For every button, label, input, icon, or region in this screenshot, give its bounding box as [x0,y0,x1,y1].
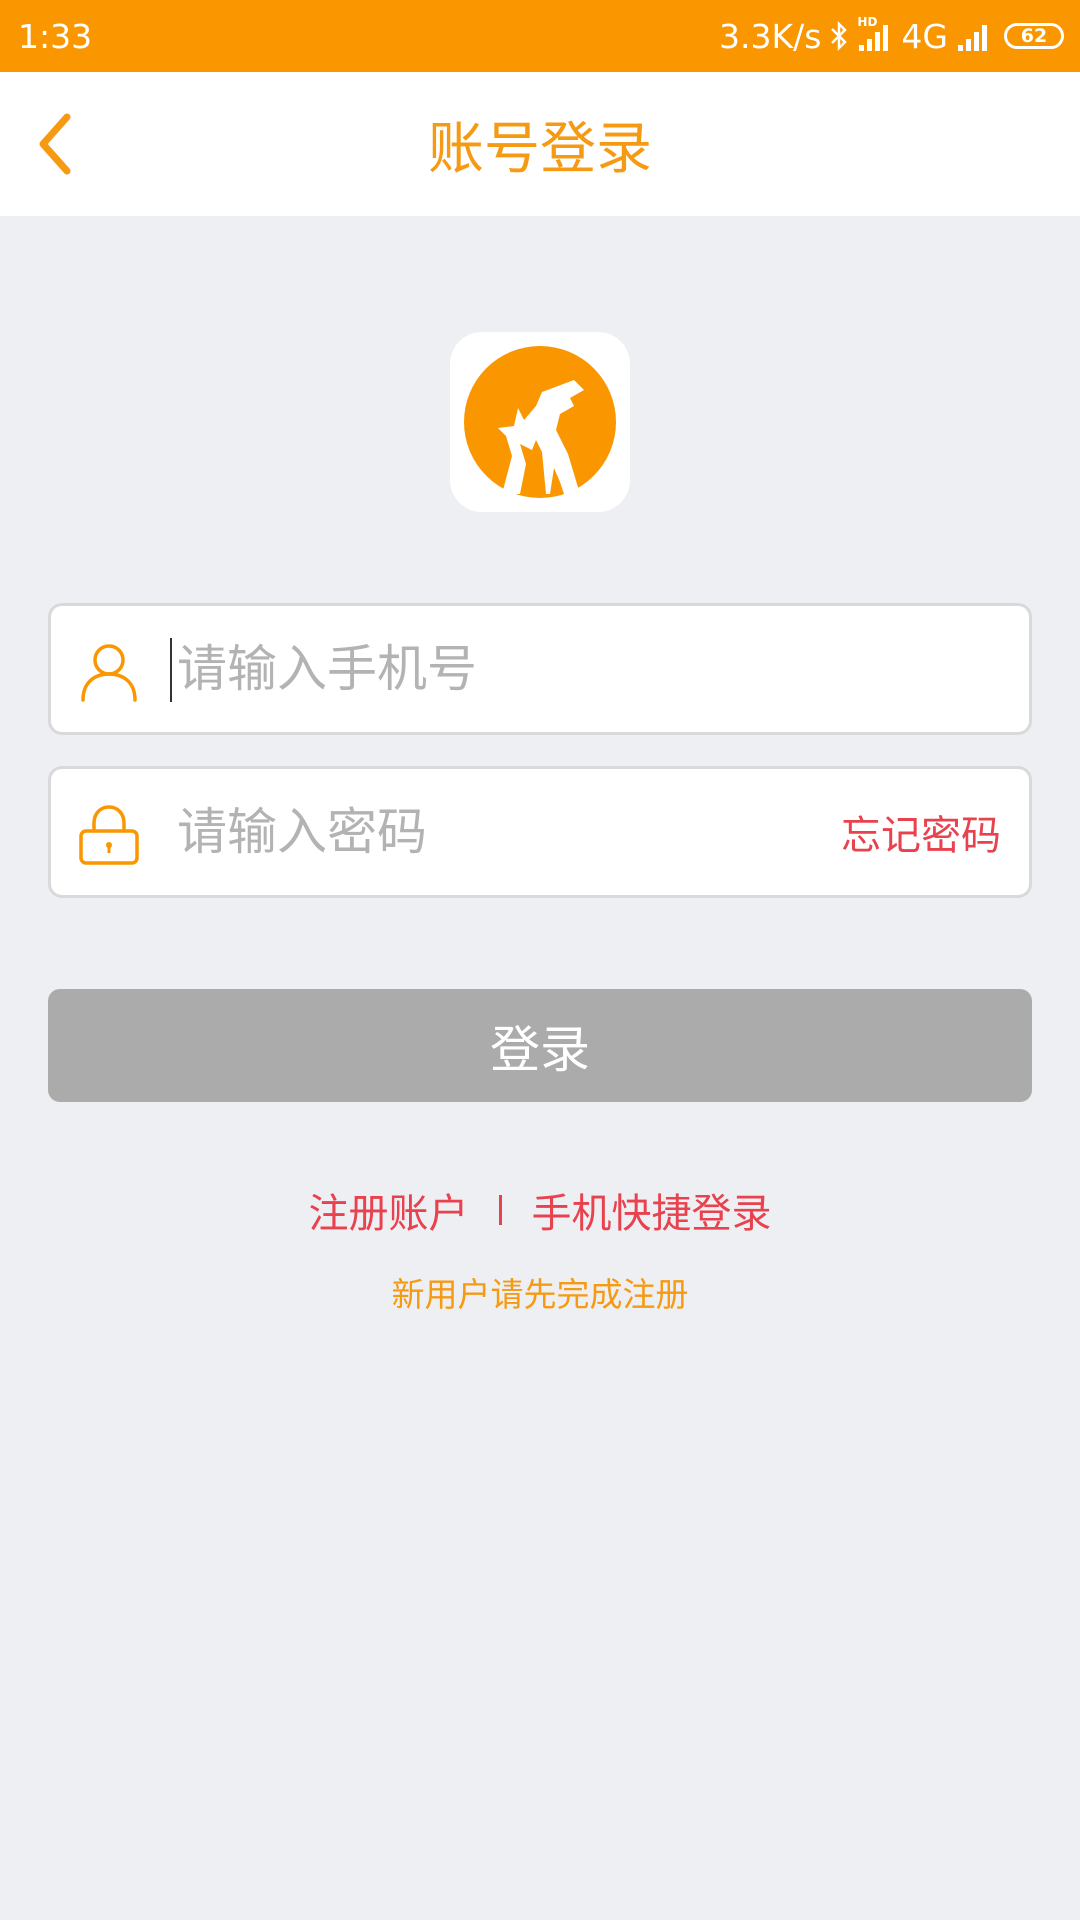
phone-field [48,603,1032,735]
hd-signal: HD [857,15,893,51]
password-field: 忘记密码 [48,766,1032,898]
battery-icon: 62 [1004,23,1064,49]
nav-bar: 账号登录 [0,72,1080,216]
forgot-password-link[interactable]: 忘记密码 [841,769,1001,895]
hd-label: HD [857,15,878,29]
page-title: 账号登录 [428,116,652,182]
register-link[interactable]: 注册账户 [309,1181,469,1239]
lock-icon [79,805,139,865]
signal-icon-secondary [958,25,987,51]
login-button[interactable]: 登录 [48,989,1032,1102]
phone-input[interactable] [171,606,831,732]
bluetooth-icon [831,20,848,52]
back-button[interactable] [20,108,92,180]
auth-links: 注册账户 手机快捷登录 [0,1180,1080,1240]
app-logo [450,332,630,512]
wolf-logo-icon [464,346,616,498]
user-icon [81,644,137,702]
password-input[interactable] [171,769,831,895]
link-divider [498,1195,502,1225]
quick-login-link[interactable]: 手机快捷登录 [532,1181,772,1239]
network-type: 4G [901,16,948,56]
status-bar: 1:33 3.3K/s HD 4G 62 [0,0,1080,72]
net-speed: 3.3K/s [718,16,822,56]
status-time: 1:33 [18,16,93,56]
chevron-left-icon [39,113,71,175]
status-indicators: 3.3K/s HD 4G 62 [718,15,1064,56]
register-hint: 新用户请先完成注册 [391,1275,689,1314]
battery-level: 62 [1020,25,1048,47]
